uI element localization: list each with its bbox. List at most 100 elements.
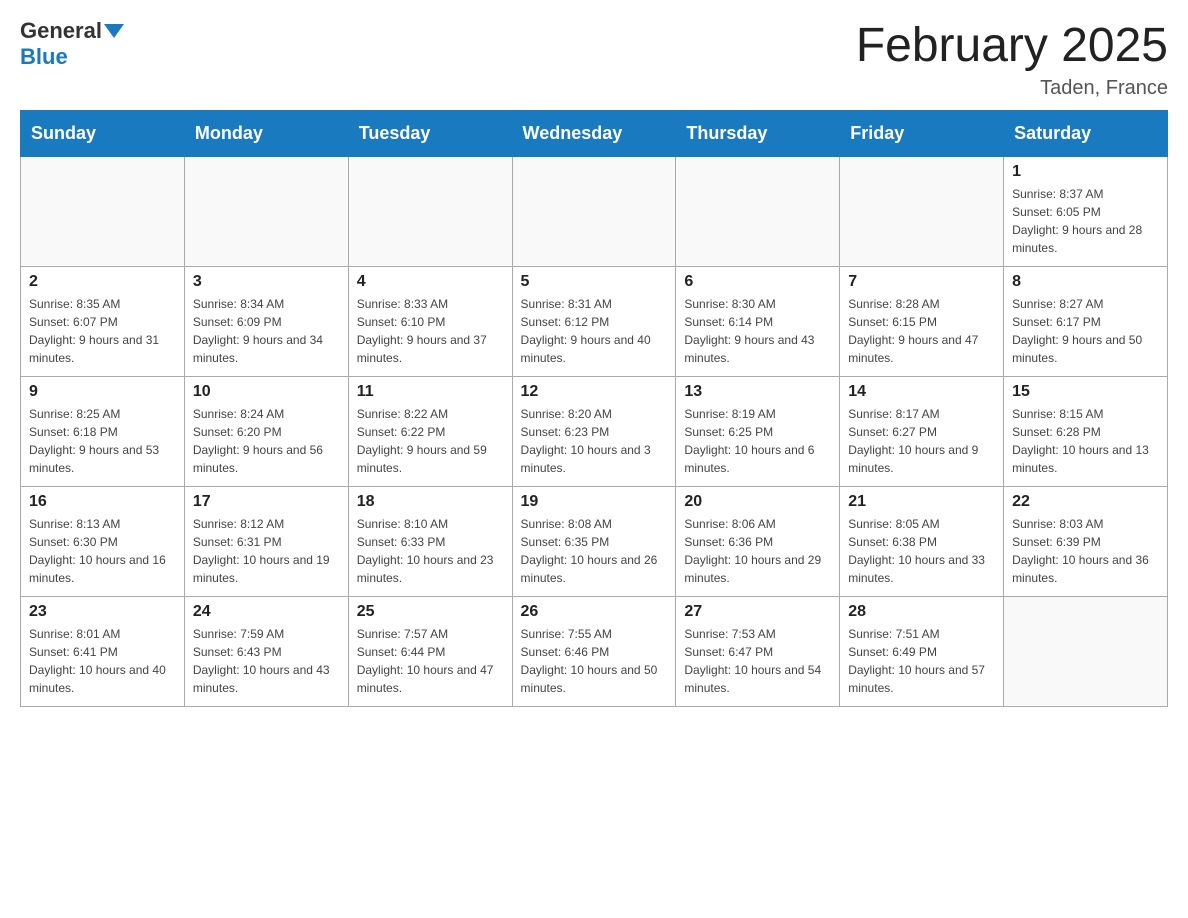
day-info: Sunrise: 7:53 AMSunset: 6:47 PMDaylight:… (684, 625, 831, 697)
day-info: Sunrise: 8:24 AMSunset: 6:20 PMDaylight:… (193, 405, 340, 477)
day-info: Sunrise: 8:37 AMSunset: 6:05 PMDaylight:… (1012, 185, 1159, 257)
calendar-cell: 22 Sunrise: 8:03 AMSunset: 6:39 PMDayligh… (1004, 486, 1168, 596)
day-header-tuesday: Tuesday (348, 110, 512, 156)
day-info: Sunrise: 8:34 AMSunset: 6:09 PMDaylight:… (193, 295, 340, 367)
day-info: Sunrise: 8:05 AMSunset: 6:38 PMDaylight:… (848, 515, 995, 587)
logo-main-text: General (20, 20, 102, 42)
day-info: Sunrise: 8:35 AMSunset: 6:07 PMDaylight:… (29, 295, 176, 367)
day-header-wednesday: Wednesday (512, 110, 676, 156)
day-number: 27 (684, 603, 831, 621)
day-info: Sunrise: 7:51 AMSunset: 6:49 PMDaylight:… (848, 625, 995, 697)
day-info: Sunrise: 8:06 AMSunset: 6:36 PMDaylight:… (684, 515, 831, 587)
week-row-1: 1 Sunrise: 8:37 AMSunset: 6:05 PMDaylight… (21, 156, 1168, 266)
calendar-cell: 9 Sunrise: 8:25 AMSunset: 6:18 PMDaylight… (21, 376, 185, 486)
logo: General Blue (20, 20, 124, 70)
day-number: 15 (1012, 383, 1159, 401)
day-number: 21 (848, 493, 995, 511)
logo-triangle-icon (104, 24, 124, 38)
calendar-cell: 21 Sunrise: 8:05 AMSunset: 6:38 PMDayligh… (840, 486, 1004, 596)
day-header-friday: Friday (840, 110, 1004, 156)
day-info: Sunrise: 8:20 AMSunset: 6:23 PMDaylight:… (521, 405, 668, 477)
day-info: Sunrise: 7:59 AMSunset: 6:43 PMDaylight:… (193, 625, 340, 697)
week-row-5: 23 Sunrise: 8:01 AMSunset: 6:41 PMDayligh… (21, 596, 1168, 706)
calendar-table: SundayMondayTuesdayWednesdayThursdayFrid… (20, 110, 1168, 707)
day-number: 25 (357, 603, 504, 621)
day-info: Sunrise: 8:27 AMSunset: 6:17 PMDaylight:… (1012, 295, 1159, 367)
calendar-cell: 11 Sunrise: 8:22 AMSunset: 6:22 PMDayligh… (348, 376, 512, 486)
page-title: February 2025 (856, 20, 1168, 73)
calendar-cell: 16 Sunrise: 8:13 AMSunset: 6:30 PMDayligh… (21, 486, 185, 596)
calendar-cell (512, 156, 676, 266)
calendar-cell: 17 Sunrise: 8:12 AMSunset: 6:31 PMDayligh… (184, 486, 348, 596)
day-number: 4 (357, 273, 504, 291)
week-row-4: 16 Sunrise: 8:13 AMSunset: 6:30 PMDayligh… (21, 486, 1168, 596)
day-info: Sunrise: 8:19 AMSunset: 6:25 PMDaylight:… (684, 405, 831, 477)
day-number: 13 (684, 383, 831, 401)
day-number: 23 (29, 603, 176, 621)
calendar-cell: 5Sunrise: 8:31 AMSunset: 6:12 PMDaylight… (512, 266, 676, 376)
calendar-cell: 28 Sunrise: 7:51 AMSunset: 6:49 PMDayligh… (840, 596, 1004, 706)
calendar-cell (184, 156, 348, 266)
calendar-cell: 25 Sunrise: 7:57 AMSunset: 6:44 PMDayligh… (348, 596, 512, 706)
location-subtitle: Taden, France (856, 77, 1168, 100)
day-number: 20 (684, 493, 831, 511)
day-info: Sunrise: 8:12 AMSunset: 6:31 PMDaylight:… (193, 515, 340, 587)
page-header: General Blue February 2025 Taden, France (20, 20, 1168, 100)
day-number: 26 (521, 603, 668, 621)
day-info: Sunrise: 8:03 AMSunset: 6:39 PMDaylight:… (1012, 515, 1159, 587)
calendar-header-row: SundayMondayTuesdayWednesdayThursdayFrid… (21, 110, 1168, 156)
week-row-2: 2 Sunrise: 8:35 AMSunset: 6:07 PMDaylight… (21, 266, 1168, 376)
day-info: Sunrise: 8:25 AMSunset: 6:18 PMDaylight:… (29, 405, 176, 477)
calendar-cell: 14 Sunrise: 8:17 AMSunset: 6:27 PMDayligh… (840, 376, 1004, 486)
day-info: Sunrise: 8:22 AMSunset: 6:22 PMDaylight:… (357, 405, 504, 477)
day-number: 22 (1012, 493, 1159, 511)
day-info: Sunrise: 8:15 AMSunset: 6:28 PMDaylight:… (1012, 405, 1159, 477)
day-number: 17 (193, 493, 340, 511)
day-number: 2 (29, 273, 176, 291)
calendar-cell: 10 Sunrise: 8:24 AMSunset: 6:20 PMDayligh… (184, 376, 348, 486)
calendar-cell (21, 156, 185, 266)
calendar-cell: 26Sunrise: 7:55 AMSunset: 6:46 PMDayligh… (512, 596, 676, 706)
day-number: 1 (1012, 163, 1159, 181)
day-info: Sunrise: 8:10 AMSunset: 6:33 PMDaylight:… (357, 515, 504, 587)
calendar-cell (1004, 596, 1168, 706)
week-row-3: 9 Sunrise: 8:25 AMSunset: 6:18 PMDaylight… (21, 376, 1168, 486)
calendar-cell: 3 Sunrise: 8:34 AMSunset: 6:09 PMDaylight… (184, 266, 348, 376)
title-area: February 2025 Taden, France (856, 20, 1168, 100)
calendar-cell: 6 Sunrise: 8:30 AMSunset: 6:14 PMDaylight… (676, 266, 840, 376)
day-info: Sunrise: 7:57 AMSunset: 6:44 PMDaylight:… (357, 625, 504, 697)
day-info: Sunrise: 8:01 AMSunset: 6:41 PMDaylight:… (29, 625, 176, 697)
calendar-cell: 13 Sunrise: 8:19 AMSunset: 6:25 PMDayligh… (676, 376, 840, 486)
calendar-cell: 8 Sunrise: 8:27 AMSunset: 6:17 PMDaylight… (1004, 266, 1168, 376)
calendar-cell: 23 Sunrise: 8:01 AMSunset: 6:41 PMDayligh… (21, 596, 185, 706)
day-header-thursday: Thursday (676, 110, 840, 156)
calendar-cell: 1 Sunrise: 8:37 AMSunset: 6:05 PMDaylight… (1004, 156, 1168, 266)
day-number: 18 (357, 493, 504, 511)
day-info: Sunrise: 8:13 AMSunset: 6:30 PMDaylight:… (29, 515, 176, 587)
calendar-cell: 24 Sunrise: 7:59 AMSunset: 6:43 PMDayligh… (184, 596, 348, 706)
day-info: Sunrise: 8:17 AMSunset: 6:27 PMDaylight:… (848, 405, 995, 477)
calendar-cell: 20 Sunrise: 8:06 AMSunset: 6:36 PMDayligh… (676, 486, 840, 596)
day-number: 3 (193, 273, 340, 291)
calendar-cell: 15 Sunrise: 8:15 AMSunset: 6:28 PMDayligh… (1004, 376, 1168, 486)
day-number: 10 (193, 383, 340, 401)
logo-blue-text: Blue (20, 44, 68, 70)
day-number: 28 (848, 603, 995, 621)
day-header-monday: Monday (184, 110, 348, 156)
day-number: 11 (357, 383, 504, 401)
day-header-saturday: Saturday (1004, 110, 1168, 156)
day-number: 8 (1012, 273, 1159, 291)
calendar-cell: 2 Sunrise: 8:35 AMSunset: 6:07 PMDaylight… (21, 266, 185, 376)
day-number: 9 (29, 383, 176, 401)
day-header-sunday: Sunday (21, 110, 185, 156)
day-number: 14 (848, 383, 995, 401)
calendar-cell (840, 156, 1004, 266)
day-number: 24 (193, 603, 340, 621)
day-info: Sunrise: 8:08 AMSunset: 6:35 PMDaylight:… (521, 515, 668, 587)
day-number: 7 (848, 273, 995, 291)
day-info: Sunrise: 8:30 AMSunset: 6:14 PMDaylight:… (684, 295, 831, 367)
day-number: 16 (29, 493, 176, 511)
day-number: 6 (684, 273, 831, 291)
day-info: Sunrise: 8:31 AMSunset: 6:12 PMDaylight:… (521, 295, 668, 367)
calendar-cell: 27 Sunrise: 7:53 AMSunset: 6:47 PMDayligh… (676, 596, 840, 706)
